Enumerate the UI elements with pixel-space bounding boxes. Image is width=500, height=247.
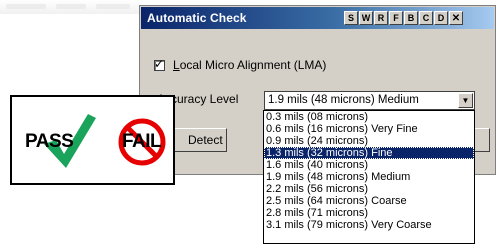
titlebar-button-c[interactable]: C (419, 11, 433, 25)
titlebar-button-b[interactable]: B (404, 11, 418, 25)
lma-label-mnemonic: L (173, 58, 180, 72)
dropdown-option[interactable]: 1.9 mils (48 microns) Medium (264, 171, 474, 183)
checkmark-icon: ✓ (154, 56, 165, 71)
titlebar-button-w[interactable]: W (359, 11, 373, 25)
lma-checkbox-row[interactable]: ✓ Local Micro Alignment (LMA) (154, 56, 326, 72)
chevron-down-icon[interactable]: ▼ (458, 93, 473, 108)
background-window-titlebar (0, 0, 140, 14)
accuracy-level-value: 1.9 mils (48 microns) Medium (268, 94, 419, 106)
pass-text: PASS (25, 131, 74, 152)
close-icon[interactable]: ✕ (449, 11, 463, 25)
titlebar-button-r[interactable]: R (374, 11, 388, 25)
lma-checkbox[interactable]: ✓ (154, 56, 165, 71)
dropdown-option-selected[interactable]: 1.3 mils (32 microns) Fine (264, 147, 474, 159)
pass-fail-graphic: PASS FAIL (10, 95, 175, 185)
dropdown-option[interactable]: 1.6 mils (40 microns) (264, 159, 474, 171)
dropdown-option[interactable]: 2.5 mils (64 microns) Coarse (264, 195, 474, 207)
lma-label-text: ocal Micro Alignment (LMA) (179, 58, 327, 72)
dialog-titlebar: Automatic Check S W R F B C D ✕ (141, 7, 494, 29)
titlebar-button-group: S W R F B C D ✕ (344, 11, 463, 25)
lma-checkbox-label: Local Micro Alignment (LMA) (173, 58, 326, 72)
dropdown-option[interactable]: 0.6 mils (16 microns) Very Fine (264, 123, 474, 135)
dropdown-option[interactable]: 2.8 mils (71 microns) (264, 207, 474, 219)
titlebar-button-d[interactable]: D (434, 11, 448, 25)
accuracy-level-select[interactable]: 1.9 mils (48 microns) Medium ▼ (264, 91, 475, 110)
dialog-title: Automatic Check (147, 11, 247, 25)
dropdown-option[interactable]: 3.1 mils (79 microns) Very Coarse (264, 219, 474, 231)
dropdown-option[interactable]: 2.2 mils (56 microns) (264, 183, 474, 195)
dropdown-option[interactable]: 0.3 mils (08 microns) (264, 111, 474, 123)
titlebar-button-s[interactable]: S (344, 11, 358, 25)
fail-text: FAIL (122, 131, 162, 152)
titlebar-button-f[interactable]: F (389, 11, 403, 25)
accuracy-level-dropdown-list: 0.3 mils (08 microns) 0.6 mils (16 micro… (263, 110, 475, 244)
dropdown-option[interactable]: 0.9 mils (24 microns) (264, 135, 474, 147)
